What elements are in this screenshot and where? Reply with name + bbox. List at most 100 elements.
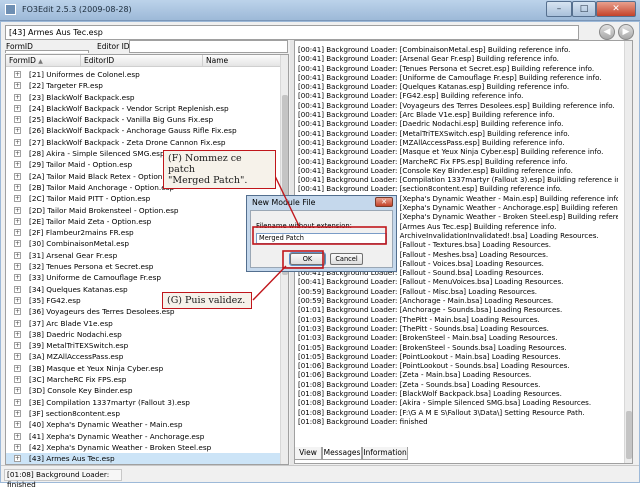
tree-row[interactable]: + [21] Uniformes de Colonel.esp: [6, 69, 282, 80]
expand-icon[interactable]: +: [14, 150, 21, 158]
expand-icon[interactable]: +: [14, 229, 21, 237]
new-module-dialog: New Module File ✕ Filename without exten…: [246, 195, 397, 272]
expand-icon[interactable]: +: [14, 285, 21, 293]
expand-icon[interactable]: +: [14, 138, 21, 146]
expand-icon[interactable]: +: [14, 376, 21, 384]
tree-row[interactable]: + [25] BlackWolf Backpack - Vanilla Big G…: [6, 114, 282, 125]
tab-view[interactable]: View: [294, 447, 322, 460]
tree-row[interactable]: + [30] CombinaisonMetal.esp: [6, 238, 282, 249]
message-line: [00:41] Background Loader: [Daedric Noda…: [298, 119, 564, 129]
expand-icon[interactable]: +: [14, 342, 21, 350]
ok-button[interactable]: OK: [289, 252, 326, 266]
expand-icon[interactable]: +: [14, 104, 21, 112]
tree-row[interactable]: + [3A] MZAllAccessPass.esp: [6, 351, 282, 362]
tree-row[interactable]: + [41] Xepha's Dynamic Weather - Anchorag…: [6, 431, 282, 442]
column-editorid[interactable]: EditorID: [81, 55, 203, 67]
tree-row[interactable]: + [3D] Console Key Binder.esp: [6, 385, 282, 396]
tree-row[interactable]: + [42] Xepha's Dynamic Weather - Broken S…: [6, 442, 282, 453]
tree-row[interactable]: + [31] Arsenal Gear Fr.esp: [6, 250, 282, 261]
expand-icon[interactable]: +: [14, 195, 21, 203]
tree-row[interactable]: + [39] MetalTriTEXSwitch.esp: [6, 340, 282, 351]
tree-row[interactable]: + [3C] MarcheRC Fix FPS.esp: [6, 374, 282, 385]
message-line: [00:41] Background Loader: [MarcheRC Fix…: [298, 156, 568, 166]
tree-row[interactable]: + [22] Targeter FR.esp: [6, 80, 282, 91]
expand-icon[interactable]: +: [14, 296, 21, 304]
tab-messages[interactable]: Messages: [322, 447, 362, 460]
tree-row[interactable]: + [40] Xepha's Dynamic Weather - Main.esp: [6, 419, 282, 430]
tree-row[interactable]: + [3E] Compilation 1337martyr (Fallout 3)…: [6, 397, 282, 408]
tree-row[interactable]: + [43] Armes Aus Tec.esp: [6, 453, 282, 464]
expand-icon[interactable]: +: [14, 330, 21, 338]
filename-input[interactable]: Merged Patch: [256, 233, 387, 244]
editorid-label: Editor ID: [97, 42, 130, 51]
maximize-button[interactable]: □: [572, 1, 596, 17]
path-bar[interactable]: [43] Armes Aus Tec.esp: [5, 25, 579, 40]
close-button[interactable]: ✕: [596, 1, 636, 17]
tree-row-label: [3B] Masque et Yeux Ninja Cyber.esp: [29, 363, 164, 373]
expand-icon[interactable]: +: [14, 364, 21, 372]
expand-icon[interactable]: +: [14, 443, 21, 451]
expand-icon[interactable]: +: [14, 432, 21, 440]
expand-icon[interactable]: +: [14, 183, 21, 191]
expand-icon[interactable]: +: [14, 172, 21, 180]
tree-row-label: [29] Tailor Maid - Option.esp: [29, 160, 133, 170]
forward-icon[interactable]: ▶: [618, 24, 634, 40]
expand-icon[interactable]: +: [14, 421, 21, 429]
editorid-input[interactable]: [129, 40, 288, 53]
expand-icon[interactable]: +: [14, 71, 21, 78]
tree-row[interactable]: + [2E] Tailor Maid Zeta - Option.esp: [6, 216, 282, 227]
expand-icon[interactable]: +: [14, 116, 21, 124]
messages-scroll-thumb[interactable]: [626, 411, 632, 459]
message-line: [00:41] Background Loader: [Tenues Perso…: [298, 63, 595, 73]
tree-row-label: [33] Uniforme de Camouflage Fr.esp: [29, 273, 162, 283]
tab-information[interactable]: Information: [362, 447, 408, 460]
tree-row[interactable]: + [2F] Flambeur2mains FR.esp: [6, 227, 282, 238]
message-line: [01:01] Background Loader: [Anchorage - …: [298, 305, 563, 315]
tree-row[interactable]: + [3F] section8content.esp: [6, 408, 282, 419]
tree-row[interactable]: + [32] Tenues Persona et Secret.esp: [6, 261, 282, 272]
tree-row-label: [21] Uniformes de Colonel.esp: [29, 70, 140, 79]
expand-icon[interactable]: +: [14, 217, 21, 225]
expand-icon[interactable]: +: [14, 127, 21, 135]
expand-icon[interactable]: +: [14, 93, 21, 101]
message-line: [00:41] Background Loader: [section8cont…: [298, 184, 563, 194]
tree-row[interactable]: + [37] Arc Blade V1e.esp: [6, 318, 282, 329]
tree-row[interactable]: + [2D] Tailor Maid Brokensteel - Option.e…: [6, 205, 282, 216]
tree-row[interactable]: + [23] BlackWolf Backpack.esp: [6, 92, 282, 103]
message-line: [01:08] Background Loader: finished: [298, 416, 428, 426]
messages-scrollbar[interactable]: [624, 41, 632, 463]
tree-row[interactable]: + [3B] Masque et Yeux Ninja Cyber.esp: [6, 363, 282, 374]
tree-row-label: [3D] Console Key Binder.esp: [29, 386, 133, 396]
dialog-close-icon[interactable]: ✕: [375, 197, 393, 207]
expand-icon[interactable]: +: [14, 274, 21, 282]
back-icon[interactable]: ◀: [599, 24, 615, 40]
tree-row[interactable]: + [33] Uniforme de Camouflage Fr.esp: [6, 272, 282, 283]
tree-row[interactable]: + [27] BlackWolf Backpack - Zeta Drone Ca…: [6, 137, 282, 148]
minimize-button[interactable]: –: [546, 1, 572, 17]
column-formid[interactable]: FormID ▲: [6, 55, 81, 67]
expand-icon[interactable]: +: [14, 251, 21, 259]
column-name[interactable]: Name: [203, 55, 282, 67]
tree-row[interactable]: + [26] BlackWolf Backpack - Anchorage Gau…: [6, 125, 282, 136]
expand-icon[interactable]: +: [14, 240, 21, 248]
expand-icon[interactable]: +: [14, 319, 21, 327]
expand-icon[interactable]: +: [14, 161, 21, 169]
expand-icon[interactable]: +: [14, 263, 21, 271]
expand-icon[interactable]: +: [14, 398, 21, 406]
cancel-button[interactable]: Cancel: [330, 253, 363, 265]
formid-input[interactable]: [5, 50, 89, 53]
expand-icon[interactable]: +: [14, 206, 21, 214]
expand-icon[interactable]: +: [14, 353, 21, 361]
tree-row-label: [3F] section8content.esp: [29, 408, 120, 418]
tree-row[interactable]: + [2C] Tailor Maid PITT - Option.esp: [6, 193, 282, 204]
expand-icon[interactable]: +: [14, 455, 21, 463]
expand-icon[interactable]: +: [14, 387, 21, 395]
tree-row-label: [22] Targeter FR.esp: [29, 81, 103, 91]
message-line: [01:05] Background Loader: [BrokenSteel …: [298, 342, 567, 352]
tree-row[interactable]: + [38] Daedric Nodachi.esp: [6, 329, 282, 340]
tree-row[interactable]: + [24] BlackWolf Backpack - Vendor Script…: [6, 103, 282, 114]
expand-icon[interactable]: +: [14, 82, 21, 90]
expand-icon[interactable]: +: [14, 308, 21, 316]
expand-icon[interactable]: +: [14, 409, 21, 417]
filename-label: Filename without extension:: [256, 222, 352, 230]
